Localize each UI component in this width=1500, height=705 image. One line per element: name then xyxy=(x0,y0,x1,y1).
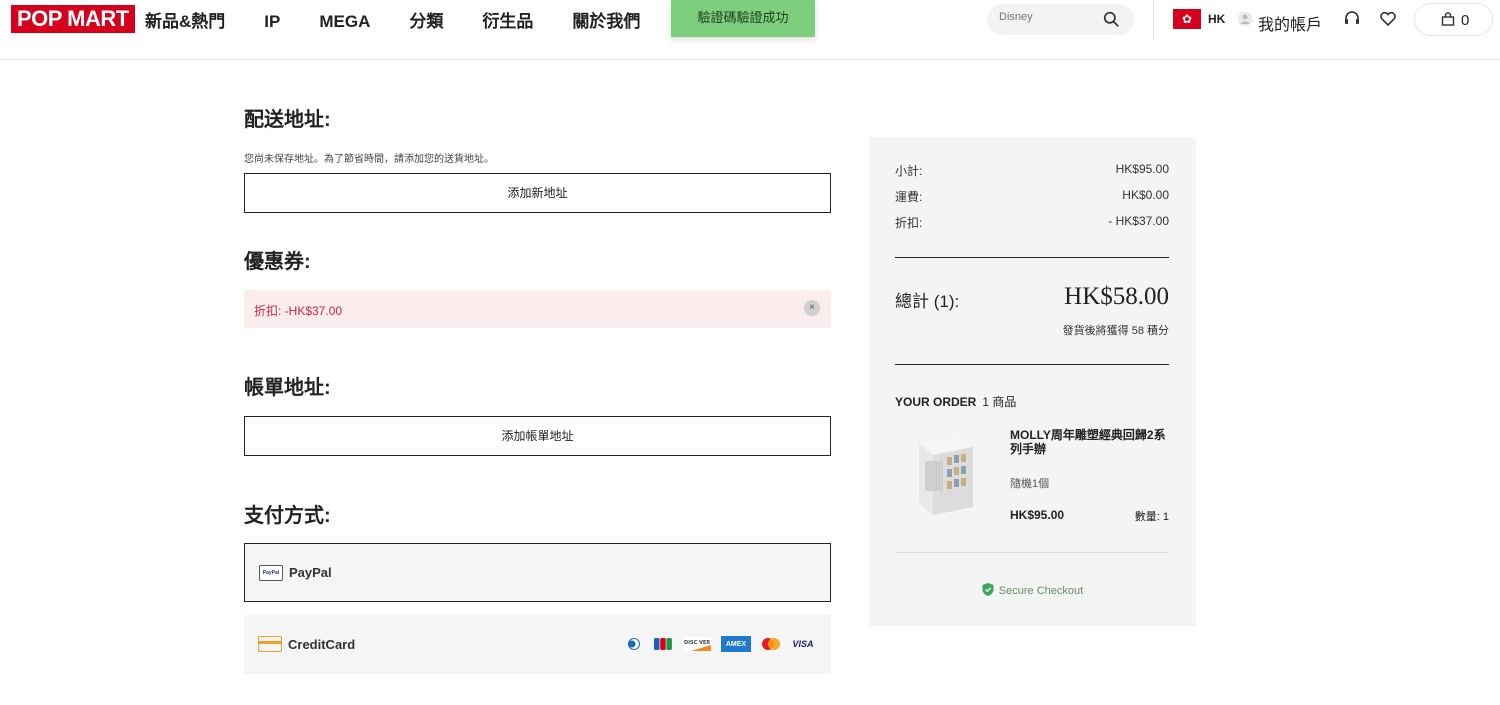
search-box[interactable] xyxy=(987,4,1134,35)
total-label: 總計 (1): xyxy=(895,292,960,311)
region-label[interactable]: HK xyxy=(1208,12,1225,26)
shipping-address-title: 配送地址: xyxy=(244,109,331,131)
shield-check-icon xyxy=(982,583,994,596)
svg-text:DISC VER: DISC VER xyxy=(684,640,710,646)
product-image[interactable] xyxy=(913,427,979,517)
diners-club-icon xyxy=(625,636,643,652)
nav-item-derivatives[interactable]: 衍生品 xyxy=(482,12,533,32)
discover-icon: DISC VER xyxy=(683,636,711,652)
nav-item-about[interactable]: 關於我們 xyxy=(572,12,640,32)
search-icon[interactable] xyxy=(1103,11,1120,28)
summary-divider-2 xyxy=(895,364,1169,365)
paypal-label: PayPal xyxy=(289,565,332,580)
remove-coupon-close-icon[interactable]: × xyxy=(804,300,820,316)
points-note: 發貨後將獲得 58 積分 xyxy=(1062,325,1169,337)
shopping-bag-icon xyxy=(1441,12,1455,26)
header-divider xyxy=(1153,0,1154,40)
wishlist-heart-icon[interactable] xyxy=(1379,10,1397,28)
product-variant: 隨機1個 xyxy=(1010,478,1050,490)
hong-kong-flag-icon[interactable]: ✿ xyxy=(1173,9,1201,29)
your-order-title: YOUR ORDER 1 商品 xyxy=(895,393,1016,410)
product-quantity: 數量: 1 xyxy=(1134,511,1169,523)
summary-divider-3 xyxy=(895,552,1169,553)
card-brand-logos: DISC VER AMEX VISA xyxy=(615,636,815,652)
discount-value: - HK$37.00 xyxy=(1108,214,1169,228)
nav-item-ip[interactable]: IP xyxy=(264,12,280,32)
subtotal-label: 小計: xyxy=(895,164,923,178)
paypal-icon: PayPal xyxy=(259,565,283,581)
pop-mart-logo[interactable]: POP MART xyxy=(11,5,135,33)
payment-option-paypal[interactable]: PayPal PayPal xyxy=(244,543,831,602)
nav-item-mega[interactable]: MEGA xyxy=(319,12,370,32)
cart-count: 0 xyxy=(1461,12,1470,29)
payment-option-credit-card[interactable]: CreditCard DISC VER AMEX VISA xyxy=(244,615,831,674)
mastercard-icon xyxy=(761,636,781,652)
credit-card-label: CreditCard xyxy=(288,637,356,652)
coupon-discount-text: 折扣: -HK$37.00 xyxy=(254,304,343,318)
user-avatar-icon[interactable] xyxy=(1237,11,1253,27)
your-order-label: YOUR ORDER xyxy=(895,395,977,409)
summary-divider xyxy=(895,257,1169,258)
no-address-note: 您尚未保存地址。為了節省時間，請添加您的送貨地址。 xyxy=(244,154,494,165)
coupon-title: 優惠券: xyxy=(244,251,311,273)
shipping-fee-value: HK$0.00 xyxy=(1122,188,1169,202)
order-summary-panel: 小計: HK$95.00 運費: HK$0.00 折扣: - HK$37.00 … xyxy=(869,137,1196,626)
visa-icon: VISA xyxy=(792,639,814,649)
amex-icon: AMEX xyxy=(721,636,751,652)
search-input[interactable] xyxy=(999,11,1099,23)
main-nav: 新品&熱門 IP MEGA 分類 衍生品 關於我們 xyxy=(145,12,679,32)
product-name[interactable]: MOLLY周年雕塑經典回歸2系列手辦 xyxy=(1010,428,1170,456)
nav-item-categories[interactable]: 分類 xyxy=(409,12,443,32)
verification-success-toast: 驗證碼驗證成功 xyxy=(671,0,815,37)
cart-button[interactable]: 0 xyxy=(1414,3,1493,36)
discount-label: 折扣: xyxy=(895,216,923,230)
secure-checkout-label: Secure Checkout xyxy=(998,585,1084,597)
applied-coupon: 折扣: -HK$37.00 xyxy=(244,290,831,328)
credit-card-icon xyxy=(258,636,282,652)
product-price: HK$95.00 xyxy=(1010,508,1065,522)
subtotal-value: HK$95.00 xyxy=(1115,162,1169,176)
billing-address-title: 帳單地址: xyxy=(244,377,331,399)
order-item-count: 1 商品 xyxy=(982,395,1017,409)
nav-item-new[interactable]: 新品&熱門 xyxy=(145,12,225,32)
add-billing-address-button[interactable]: 添加帳單地址 xyxy=(244,416,831,456)
my-account-link[interactable]: 我的帳戶 xyxy=(1258,11,1322,35)
add-new-address-button[interactable]: 添加新地址 xyxy=(244,173,831,213)
secure-checkout: Secure Checkout xyxy=(869,583,1196,597)
shipping-fee-label: 運費: xyxy=(895,190,923,204)
payment-method-title: 支付方式: xyxy=(244,505,331,527)
total-value: HK$58.00 xyxy=(1064,283,1169,310)
jcb-icon xyxy=(653,636,673,652)
headset-support-icon[interactable] xyxy=(1343,10,1361,28)
